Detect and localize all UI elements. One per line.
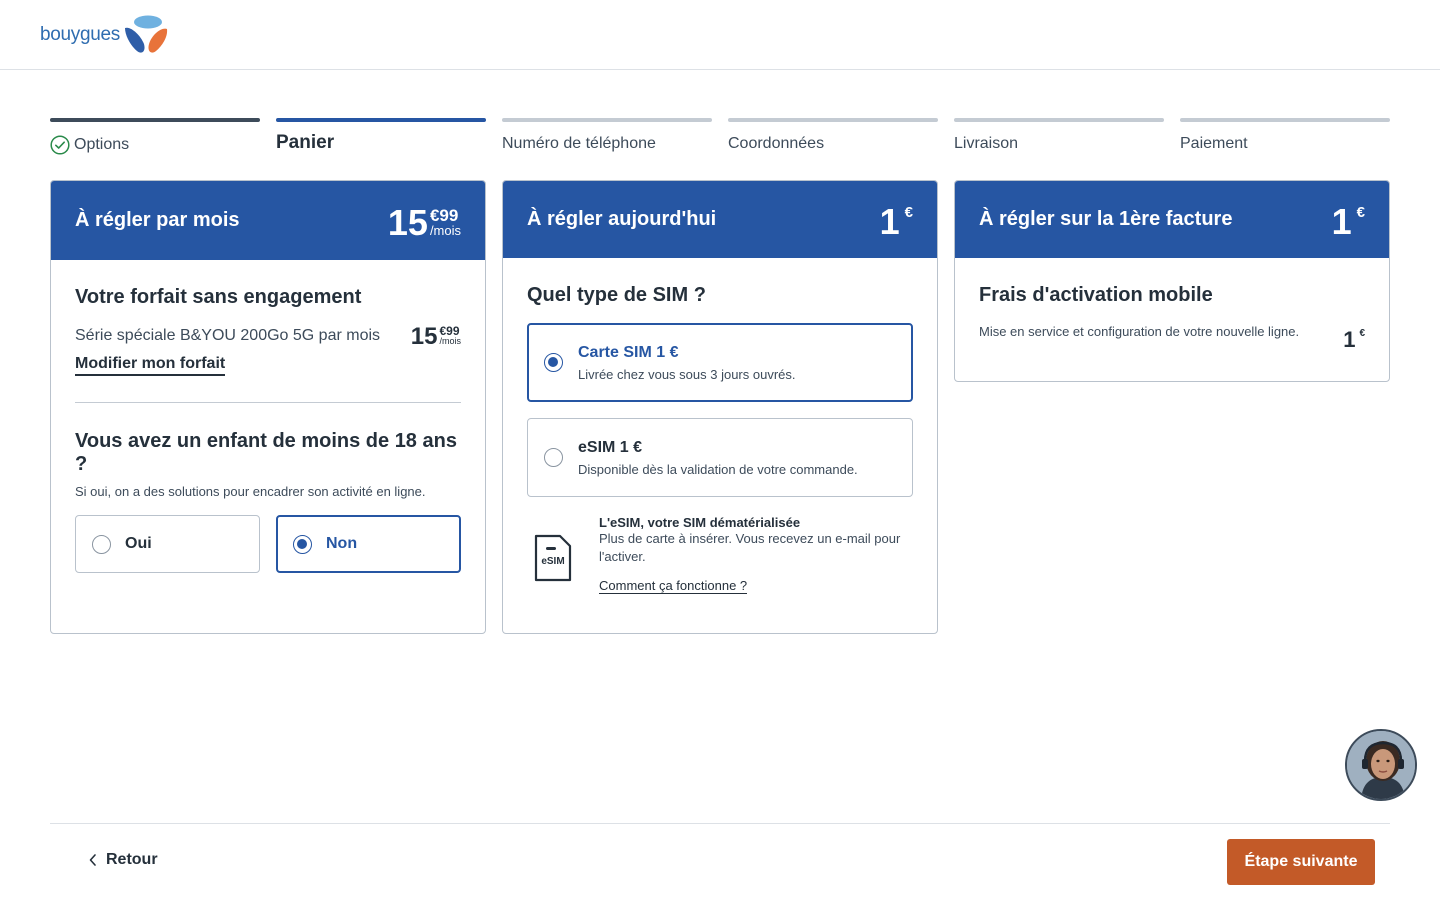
- assistant-avatar-icon: [1347, 731, 1415, 799]
- today-title: À régler aujourd'hui: [527, 208, 717, 230]
- chat-assistant-avatar[interactable]: [1345, 729, 1417, 801]
- step-label: Coordonnées: [728, 135, 825, 152]
- esim-how-link[interactable]: Comment ça fonctionne ?: [599, 578, 748, 594]
- step-paiement: Paiement: [1180, 118, 1390, 153]
- monthly-title: À régler par mois: [75, 209, 240, 231]
- step-label: Numéro de téléphone: [502, 135, 656, 152]
- monthly-price: 15 €99 /mois: [387, 201, 461, 243]
- child-option-oui[interactable]: Oui: [75, 515, 260, 573]
- radio-icon[interactable]: [293, 534, 312, 554]
- step-livraison: Livraison: [954, 118, 1164, 153]
- radio-icon[interactable]: [544, 353, 563, 372]
- step-coordonnees: Coordonnées: [728, 118, 938, 153]
- child-hint: Si oui, on a des solutions pour encadrer…: [75, 484, 426, 499]
- step-options[interactable]: Options: [50, 118, 260, 155]
- monthly-card-header: À régler par mois 15 €99 /mois: [51, 181, 485, 260]
- modify-plan-link[interactable]: Modifier mon forfait: [75, 355, 226, 376]
- step-bar: [502, 118, 712, 122]
- divider: [75, 402, 461, 403]
- next-step-button[interactable]: Étape suivante: [1227, 839, 1375, 885]
- today-card: À régler aujourd'hui 1 € Quel type de SI…: [502, 180, 938, 634]
- esim-info-desc: Plus de carte à insérer. Vous recevez un…: [599, 531, 901, 564]
- first-bill-card-header: À régler sur la 1ère facture 1 €: [955, 181, 1389, 258]
- monthly-card: À régler par mois 15 €99 /mois Votre for…: [50, 180, 486, 634]
- footer-divider: [50, 823, 1390, 824]
- sim-question: Quel type de SIM ?: [527, 284, 706, 306]
- first-bill-title: À régler sur la 1ère facture: [979, 208, 1233, 230]
- esim-icon: eSIM: [534, 534, 572, 582]
- choice-label: Non: [326, 535, 358, 552]
- sim-option-title: eSIM 1 €: [578, 438, 643, 456]
- sim-option-desc: Livrée chez vous sous 3 jours ouvrés.: [578, 366, 796, 382]
- step-bar: [954, 118, 1164, 122]
- step-numero: Numéro de téléphone: [502, 118, 712, 153]
- plan-price: 15 €99 /mois: [410, 323, 461, 350]
- fee-row: Mise en service et configuration de votr…: [979, 323, 1365, 351]
- step-bar: [50, 118, 260, 122]
- checkout-stepper: Options Panier Numéro de téléphone Coord…: [50, 118, 1390, 158]
- sim-option-title: Carte SIM 1 €: [578, 343, 679, 361]
- esim-info: eSIM L'eSIM, votre SIM dématérialisée Pl…: [527, 515, 913, 595]
- sim-option-physical[interactable]: Carte SIM 1 € Livrée chez vous sous 3 jo…: [527, 323, 913, 402]
- logo-mark-icon: [125, 15, 168, 53]
- step-bar: [728, 118, 938, 122]
- back-button[interactable]: Retour: [88, 851, 158, 869]
- step-label: Livraison: [954, 135, 1019, 152]
- fee-price: 1 €: [1343, 327, 1365, 352]
- today-card-header: À régler aujourd'hui 1 €: [503, 181, 937, 258]
- radio-icon[interactable]: [544, 448, 563, 467]
- esim-icon-label: eSIM: [541, 556, 564, 567]
- first-bill-card: À régler sur la 1ère facture 1 € Frais d…: [954, 180, 1390, 382]
- chevron-left-icon: [89, 854, 96, 866]
- bouygues-logo[interactable]: bouygues: [40, 14, 170, 56]
- plan-heading: Votre forfait sans engagement: [75, 286, 362, 308]
- logo-wordmark: bouygues: [40, 24, 121, 45]
- plan-name: Série spéciale B&YOU 200Go 5G par mois: [75, 327, 381, 344]
- fee-desc: Mise en service et configuration de votr…: [979, 324, 1300, 339]
- sim-option-desc: Disponible dès la validation de votre co…: [578, 461, 858, 477]
- esim-info-title: L'eSIM, votre SIM dématérialisée: [599, 515, 801, 530]
- child-choice-group: Oui Non: [75, 515, 461, 573]
- child-option-non[interactable]: Non: [276, 515, 461, 573]
- plan-line: Série spéciale B&YOU 200Go 5G par mois 1…: [75, 325, 461, 349]
- step-bar: [276, 118, 486, 122]
- step-label: Paiement: [1180, 135, 1248, 152]
- first-bill-price: 1 €: [1331, 200, 1365, 242]
- site-header: bouygues: [0, 0, 1440, 70]
- check-circle-icon: [50, 135, 70, 155]
- step-label: Panier: [276, 132, 335, 153]
- radio-icon[interactable]: [92, 534, 111, 554]
- child-question: Vous avez un enfant de moins de 18 ans ?: [75, 430, 457, 475]
- step-panier[interactable]: Panier: [276, 118, 486, 154]
- fee-heading: Frais d'activation mobile: [979, 284, 1213, 306]
- back-label: Retour: [106, 851, 158, 868]
- step-bar: [1180, 118, 1390, 122]
- today-price: 1 €: [879, 200, 913, 242]
- step-label: Options: [74, 136, 130, 153]
- choice-label: Oui: [125, 535, 152, 552]
- sim-option-esim[interactable]: eSIM 1 € Disponible dès la validation de…: [527, 418, 913, 497]
